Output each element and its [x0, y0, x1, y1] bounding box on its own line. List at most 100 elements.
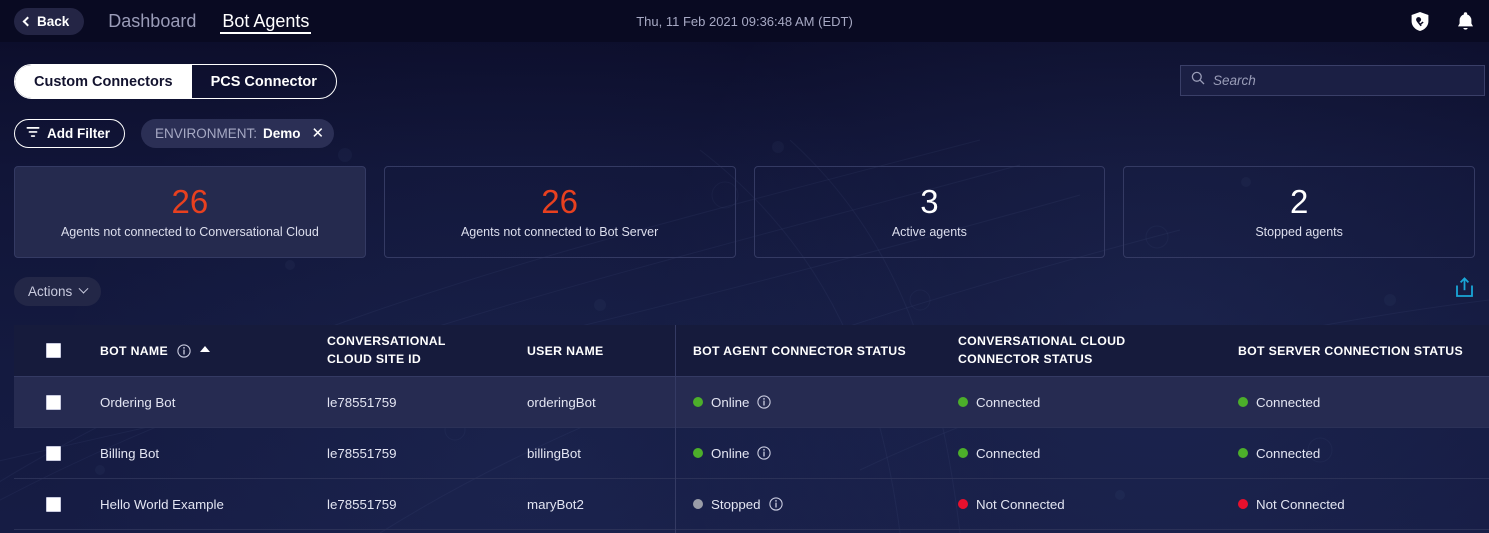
info-icon[interactable]	[768, 497, 783, 511]
export-button[interactable]	[1452, 275, 1477, 305]
stat-card-value: 2	[1289, 183, 1309, 220]
add-filter-label: Add Filter	[47, 126, 110, 141]
column-header-site-id-line2: CLOUD SITE ID	[327, 351, 422, 366]
actions-dropdown-label: Actions	[28, 284, 73, 299]
shield-key-icon[interactable]	[1410, 11, 1430, 32]
stat-card-row: 26 Agents not connected to Conversationa…	[14, 166, 1475, 258]
status-label: Stopped	[711, 496, 761, 512]
connector-type-tabs: Custom Connectors PCS Connector	[14, 64, 337, 99]
topbar-icon-group	[1410, 0, 1475, 42]
status-dot	[958, 448, 968, 458]
status-label: Connected	[1256, 394, 1321, 410]
column-header-user-name-label: USER NAME	[527, 343, 604, 358]
stat-card-value: 3	[920, 183, 939, 220]
stat-card-label: Agents not connected to Conversational C…	[60, 225, 319, 239]
status-dot	[693, 448, 703, 458]
row-checkbox-cell	[14, 394, 92, 410]
back-button-label: Back	[37, 13, 70, 29]
column-header-bot-agent-connector-status[interactable]: BOT AGENT CONNECTOR STATUS	[675, 344, 958, 358]
actions-dropdown-button[interactable]: Actions	[14, 277, 102, 306]
cell-bot-server-connection-status: Not Connected	[1238, 497, 1489, 512]
stat-card-active-agents[interactable]: 3 Active agents	[753, 166, 1106, 258]
stat-card-agents-not-connected-bot-server[interactable]: 26 Agents not connected to Bot Server	[383, 166, 736, 258]
filter-chip-environment[interactable]: ENVIRONMENT: Demo ✕	[141, 119, 335, 148]
stat-card-label: Active agents	[891, 225, 967, 239]
cell-site-id: le78551759	[327, 445, 397, 461]
cell-site-id: le78551759	[327, 394, 397, 410]
search-box[interactable]	[1180, 65, 1485, 96]
table-row[interactable]: Billing Bot le78551759 billingBot Online…	[14, 428, 1489, 479]
stat-card-value: 26	[541, 183, 578, 220]
table-row[interactable]: Ordering Bot le78551759 orderingBot Onli…	[14, 377, 1489, 428]
back-button[interactable]: Back	[14, 7, 85, 35]
cell-site-id: le78551759	[327, 496, 397, 512]
status-label: Online	[711, 445, 750, 461]
stat-card-stopped-agents[interactable]: 2 Stopped agents	[1123, 166, 1475, 258]
status-label: Not Connected	[976, 496, 1065, 512]
stat-card-label: Agents not connected to Bot Server	[460, 225, 659, 239]
column-header-cc-connector-status-line2: CONNECTOR STATUS	[958, 351, 1093, 366]
funnel-icon	[26, 126, 40, 141]
column-header-site-id-line1: CONVERSATIONAL	[327, 333, 446, 348]
info-icon[interactable]	[757, 446, 772, 460]
table-header-row: BOT NAME CONVERSATIONAL CLOUD SITE ID US…	[14, 325, 1489, 377]
tab-custom-connectors[interactable]: Custom Connectors	[15, 65, 192, 98]
row-checkbox-cell	[14, 496, 92, 512]
filter-chip-key: ENVIRONMENT:	[155, 126, 258, 141]
row-checkbox[interactable]	[45, 394, 61, 410]
status-dot	[958, 397, 968, 407]
nav-tab-bot-agents-label: Bot Agents	[222, 10, 310, 31]
cell-bot-server-connection-status: Connected	[1238, 446, 1489, 461]
close-icon[interactable]: ✕	[312, 126, 325, 141]
stat-card-agents-not-connected-cc[interactable]: 26 Agents not connected to Conversationa…	[14, 166, 366, 258]
column-header-bot-server-connection-status-label: BOT SERVER CONNECTION STATUS	[1238, 343, 1463, 358]
status-label: Connected	[1256, 445, 1321, 461]
cell-bot-agent-connector-status: Online	[675, 395, 958, 410]
status-label: Connected	[976, 394, 1041, 410]
cell-user-name: billingBot	[527, 445, 581, 461]
cell-bot-name: Billing Bot	[100, 445, 160, 461]
column-header-user-name[interactable]: USER NAME	[527, 344, 675, 358]
column-header-bot-server-connection-status[interactable]: BOT SERVER CONNECTION STATUS	[1238, 344, 1489, 358]
column-header-bot-agent-connector-status-label: BOT AGENT CONNECTOR STATUS	[693, 343, 906, 358]
row-checkbox[interactable]	[45, 496, 61, 512]
cell-bot-agent-connector-status: Stopped	[675, 497, 958, 512]
info-icon[interactable]	[757, 395, 772, 409]
stat-card-value: 26	[171, 183, 209, 220]
status-dot	[1238, 499, 1248, 509]
table-row[interactable]: Hello World Example le78551759 maryBot2 …	[14, 479, 1489, 530]
nav-tab-bot-agents[interactable]: Bot Agents	[220, 0, 312, 42]
nav-tab-dashboard[interactable]: Dashboard	[106, 0, 198, 42]
select-all-checkbox-cell	[14, 343, 92, 358]
tab-pcs-connector[interactable]: PCS Connector	[192, 65, 336, 98]
cell-user-name: orderingBot	[527, 394, 596, 410]
bell-icon[interactable]	[1456, 11, 1475, 32]
sort-ascending-icon[interactable]	[199, 345, 210, 352]
cell-bot-name: Ordering Bot	[100, 394, 176, 410]
column-header-site-id[interactable]: CONVERSATIONAL CLOUD SITE ID	[327, 333, 527, 369]
cell-bot-name: Hello World Example	[100, 496, 224, 512]
bot-agents-page: Back Dashboard Bot Agents Thu, 11 Feb 20…	[0, 0, 1489, 533]
column-header-cc-connector-status[interactable]: CONVERSATIONAL CLOUD CONNECTOR STATUS	[958, 333, 1238, 369]
top-bar: Back Dashboard Bot Agents Thu, 11 Feb 20…	[0, 0, 1489, 42]
add-filter-button[interactable]: Add Filter	[14, 119, 125, 148]
column-header-bot-name[interactable]: BOT NAME	[92, 344, 327, 358]
search-input[interactable]	[1213, 73, 1474, 88]
tab-pcs-connector-label: PCS Connector	[210, 73, 317, 90]
filter-chip-value: Demo	[263, 126, 301, 141]
bot-agents-table: BOT NAME CONVERSATIONAL CLOUD SITE ID US…	[14, 325, 1489, 533]
column-divider	[675, 325, 676, 533]
cell-bot-server-connection-status: Connected	[1238, 395, 1489, 410]
select-all-checkbox[interactable]	[45, 343, 61, 358]
status-dot	[693, 499, 703, 509]
tab-custom-connectors-label: Custom Connectors	[34, 73, 173, 90]
cell-cc-connector-status: Not Connected	[958, 497, 1238, 512]
row-checkbox[interactable]	[45, 445, 61, 461]
info-icon[interactable]	[177, 343, 191, 358]
cell-bot-agent-connector-status: Online	[675, 446, 958, 461]
status-label: Online	[711, 394, 750, 410]
status-label: Not Connected	[1256, 496, 1345, 512]
column-header-cc-connector-status-line1: CONVERSATIONAL CLOUD	[958, 333, 1126, 348]
chevron-left-icon	[22, 16, 33, 26]
current-datetime: Thu, 11 Feb 2021 09:36:48 AM (EDT)	[636, 13, 853, 29]
